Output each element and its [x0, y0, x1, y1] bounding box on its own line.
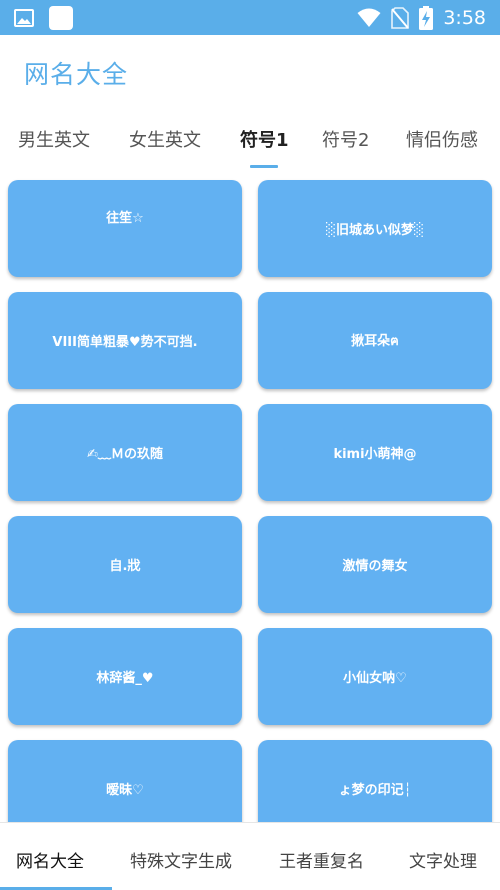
nickname-text: kimi小萌神@ [333, 447, 417, 462]
nickname-card[interactable]: ょ梦の印记┆ [258, 740, 492, 822]
nickname-card[interactable]: 激情の舞女 [258, 516, 492, 613]
tab-symbol-2[interactable]: 符号2 [322, 126, 369, 152]
nickname-text: ょ梦の印记┆ [338, 783, 412, 798]
nickname-text: 暧昧♡ [106, 783, 144, 798]
nav-nickname-collection[interactable]: 网名大全 [16, 847, 84, 872]
nav-text-processing[interactable]: 文字处理 [409, 847, 477, 872]
nickname-card[interactable]: 自.戕 [8, 516, 242, 613]
nav-duplicate-name[interactable]: 王者重复名 [279, 847, 364, 872]
wifi-icon [357, 8, 381, 28]
category-tabs: 男生英文 女生英文 符号1 符号2 情侣伤感 [0, 120, 500, 172]
nickname-card[interactable]: 小仙女呐♡ [258, 628, 492, 725]
nickname-card[interactable]: 暧昧♡ [8, 740, 242, 822]
nickname-card[interactable]: 揪耳朵ฅ [258, 292, 492, 389]
nickname-grid: 往笙☆ ░旧城あい似梦░ VIII简单粗暴♥势不可挡. 揪耳朵ฅ ✍﹏Ｍの玖随 … [0, 178, 500, 822]
nickname-text: ✍﹏Ｍの玖随 [87, 447, 163, 462]
nickname-text: 激情の舞女 [342, 559, 408, 574]
image-icon [14, 9, 34, 27]
nickname-text: ░旧城あい似梦░ [326, 223, 424, 238]
tab-male-english[interactable]: 男生英文 [18, 126, 90, 152]
nickname-card[interactable]: kimi小萌神@ [258, 404, 492, 501]
bottom-nav: 网名大全 特殊文字生成 王者重复名 文字处理 [0, 822, 500, 890]
nickname-text: 揪耳朵ฅ [351, 334, 399, 349]
status-bar: 3:58 [0, 0, 500, 35]
nav-special-text-generator[interactable]: 特殊文字生成 [130, 847, 232, 872]
nickname-text: 自.戕 [109, 559, 141, 574]
no-sim-icon [391, 6, 410, 29]
nickname-text: 往笙☆ [106, 211, 144, 226]
nickname-text: 林辞酱_♥ [96, 671, 154, 686]
battery-charging-icon [419, 5, 434, 30]
nickname-card[interactable]: ░旧城あい似梦░ [258, 180, 492, 277]
nickname-card[interactable]: VIII简单粗暴♥势不可挡. [8, 292, 242, 389]
status-time: 3:58 [443, 6, 486, 29]
tab-couple-sad[interactable]: 情侣伤感 [406, 126, 478, 152]
nickname-card[interactable]: ✍﹏Ｍの玖随 [8, 404, 242, 501]
nickname-card[interactable]: 往笙☆ [8, 180, 242, 277]
tab-symbol-1[interactable]: 符号1 [240, 126, 289, 152]
active-tab-indicator [250, 165, 278, 168]
page-title: 网名大全 [24, 60, 129, 89]
nickname-text: VIII简单粗暴♥势不可挡. [52, 335, 198, 350]
app-square-icon [48, 5, 74, 31]
nickname-text: 小仙女呐♡ [343, 671, 407, 686]
nickname-card[interactable]: 林辞酱_♥ [8, 628, 242, 725]
tab-female-english[interactable]: 女生英文 [129, 126, 201, 152]
